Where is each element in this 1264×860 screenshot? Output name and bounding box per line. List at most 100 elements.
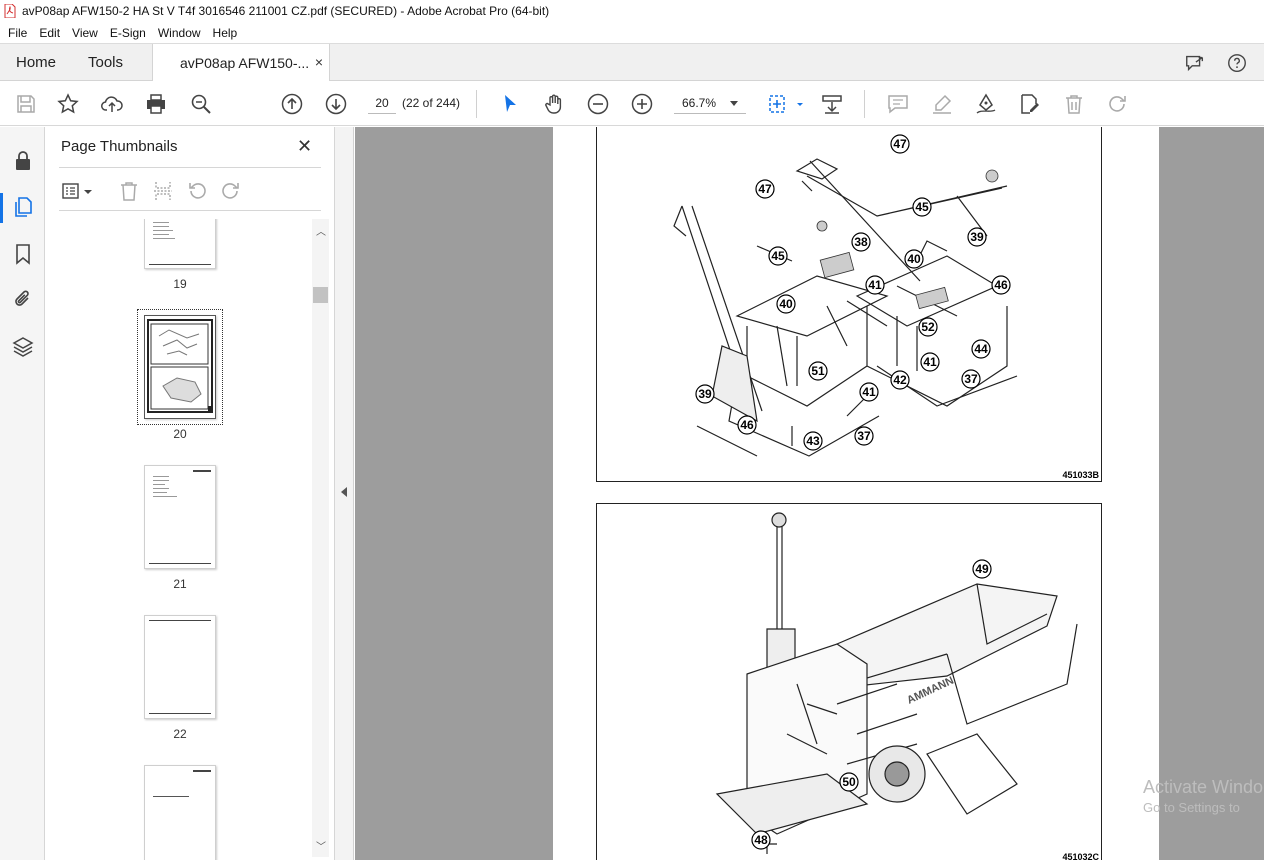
thumb-text-line xyxy=(153,234,169,235)
extract-pages-icon[interactable] xyxy=(151,179,175,203)
tab-close-icon[interactable]: × xyxy=(315,54,323,70)
page-count: (22 of 244) xyxy=(402,96,461,110)
panel-collapse-strip[interactable] xyxy=(335,127,354,860)
callout-label: 45 xyxy=(771,249,785,263)
watermark-line2: Go to Settings to xyxy=(1143,800,1240,815)
scroll-down-arrow-icon[interactable]: ﹀ xyxy=(316,838,326,853)
callout-label: 50 xyxy=(842,775,856,789)
callout-label: 46 xyxy=(994,278,1008,292)
draw-pen-icon[interactable] xyxy=(974,92,998,116)
callout-label: 37 xyxy=(857,429,871,443)
menu-view[interactable]: View xyxy=(66,26,104,40)
thumb-footer-line xyxy=(149,264,211,265)
help-icon[interactable] xyxy=(1226,52,1248,74)
tab-document[interactable]: avP08ap AFW150-... × xyxy=(152,44,330,82)
page-thumbnail-21[interactable] xyxy=(144,465,216,569)
close-icon[interactable]: ✕ xyxy=(297,136,312,157)
zoom-level-select[interactable]: 66.7% xyxy=(674,92,746,114)
callout-label: 40 xyxy=(779,297,793,311)
upload-cloud-icon[interactable] xyxy=(100,92,124,116)
menu-file[interactable]: File xyxy=(2,26,33,40)
search-zoom-icon[interactable] xyxy=(189,92,213,116)
thumb-text-line xyxy=(153,222,169,223)
comment-icon[interactable] xyxy=(886,92,910,116)
scroll-up-arrow-icon[interactable]: ︿ xyxy=(316,223,326,238)
rotate-clockwise-icon[interactable] xyxy=(219,179,243,203)
hand-tool-icon[interactable] xyxy=(542,92,566,116)
save-icon[interactable] xyxy=(14,92,38,116)
redo-icon[interactable] xyxy=(1106,92,1130,116)
previous-page-icon[interactable] xyxy=(280,92,304,116)
zoom-out-icon[interactable] xyxy=(586,92,610,116)
delete-trash-icon[interactable] xyxy=(1062,92,1086,116)
document-viewport[interactable]: 47 47 45 45 38 40 39 46 41 40 52 51 44 4… xyxy=(355,127,1264,860)
tab-home[interactable]: Home xyxy=(16,54,56,71)
tab-bar: Home Tools avP08ap AFW150-... × xyxy=(0,43,1264,82)
scroll-mode-icon[interactable] xyxy=(820,92,844,116)
menu-window[interactable]: Window xyxy=(152,26,207,40)
scrollbar-thumb[interactable] xyxy=(313,287,328,303)
print-icon[interactable] xyxy=(144,92,168,116)
thumbnail-list: 19 20 21 22 xyxy=(59,219,311,860)
highlight-pen-icon[interactable] xyxy=(930,92,954,116)
callout-label: 45 xyxy=(915,200,929,214)
fit-page-chevron-icon[interactable] xyxy=(788,92,803,116)
callout-label: 40 xyxy=(907,252,921,266)
thumb-header-line xyxy=(193,470,211,472)
thumb-text-line xyxy=(153,488,169,489)
watermark-line1: Activate Windo xyxy=(1143,777,1264,797)
edit-document-icon[interactable] xyxy=(1018,92,1042,116)
thumb-header-line xyxy=(149,620,211,621)
callout-label: 42 xyxy=(893,373,907,387)
rotate-counterclockwise-icon[interactable] xyxy=(185,179,209,203)
lock-icon[interactable] xyxy=(11,149,35,173)
page-thumbnail-20[interactable] xyxy=(144,315,216,419)
attachment-paperclip-icon[interactable] xyxy=(11,287,35,311)
thumb-footer-line xyxy=(149,563,211,564)
page-thumbnails-icon[interactable] xyxy=(11,195,35,219)
tab-document-label: avP08ap AFW150-... xyxy=(180,55,310,71)
select-cursor-icon[interactable] xyxy=(498,92,522,116)
menu-help[interactable]: Help xyxy=(207,26,244,40)
callout-label: 49 xyxy=(975,562,989,576)
page-thumbnail-label-21: 21 xyxy=(173,577,187,591)
thumbnail-20-preview xyxy=(147,319,213,413)
layers-icon[interactable] xyxy=(11,335,35,359)
fit-page-icon[interactable] xyxy=(766,92,790,116)
page-thumbnails-panel: Page Thumbnails ✕ 19 20 21 22 ︿ ﹀ xyxy=(45,127,335,860)
page-thumbnail-label-19: 19 xyxy=(173,277,187,291)
next-page-icon[interactable] xyxy=(324,92,348,116)
thumb-text-line xyxy=(153,492,167,493)
thumb-text-line xyxy=(153,226,169,227)
share-comment-icon[interactable] xyxy=(1184,52,1206,74)
toolbar-divider xyxy=(864,90,865,118)
thumb-text-line xyxy=(153,496,177,497)
page-thumbnail-22[interactable] xyxy=(144,615,216,719)
pdf-page: 47 47 45 45 38 40 39 46 41 40 52 51 44 4… xyxy=(553,127,1159,860)
callout-label: 41 xyxy=(868,278,882,292)
callout-label: 47 xyxy=(893,137,907,151)
delete-page-icon[interactable] xyxy=(117,179,141,203)
menu-esign[interactable]: E-Sign xyxy=(104,26,152,40)
callout-label: 48 xyxy=(754,833,768,847)
bookmark-icon[interactable] xyxy=(11,242,35,266)
zoom-in-icon[interactable] xyxy=(630,92,654,116)
callout-label: 43 xyxy=(806,434,820,448)
page-thumbnail-23[interactable] xyxy=(144,765,216,860)
tab-tools[interactable]: Tools xyxy=(88,54,123,71)
menu-edit[interactable]: Edit xyxy=(33,26,66,40)
options-menu-icon[interactable] xyxy=(61,179,85,203)
thumbnail-scrollbar[interactable]: ︿ ﹀ xyxy=(312,219,329,857)
thumb-text-line xyxy=(153,480,169,481)
zoom-level-value: 66.7% xyxy=(682,96,717,110)
star-icon[interactable] xyxy=(56,92,80,116)
page-number-input[interactable]: 20 xyxy=(368,92,396,114)
thumb-text-line xyxy=(153,484,165,485)
figure-screed-assembly: 47 47 45 45 38 40 39 46 41 40 52 51 44 4… xyxy=(596,127,1102,482)
thumb-footer-line xyxy=(149,713,211,714)
left-navigation-rail xyxy=(0,127,45,860)
collapse-left-arrow-icon[interactable] xyxy=(341,487,347,497)
chevron-down-icon[interactable] xyxy=(83,179,93,203)
page-thumbnail-19[interactable] xyxy=(144,219,216,269)
window-title: avP08ap AFW150-2 HA St V T4f 3016546 211… xyxy=(22,4,550,18)
